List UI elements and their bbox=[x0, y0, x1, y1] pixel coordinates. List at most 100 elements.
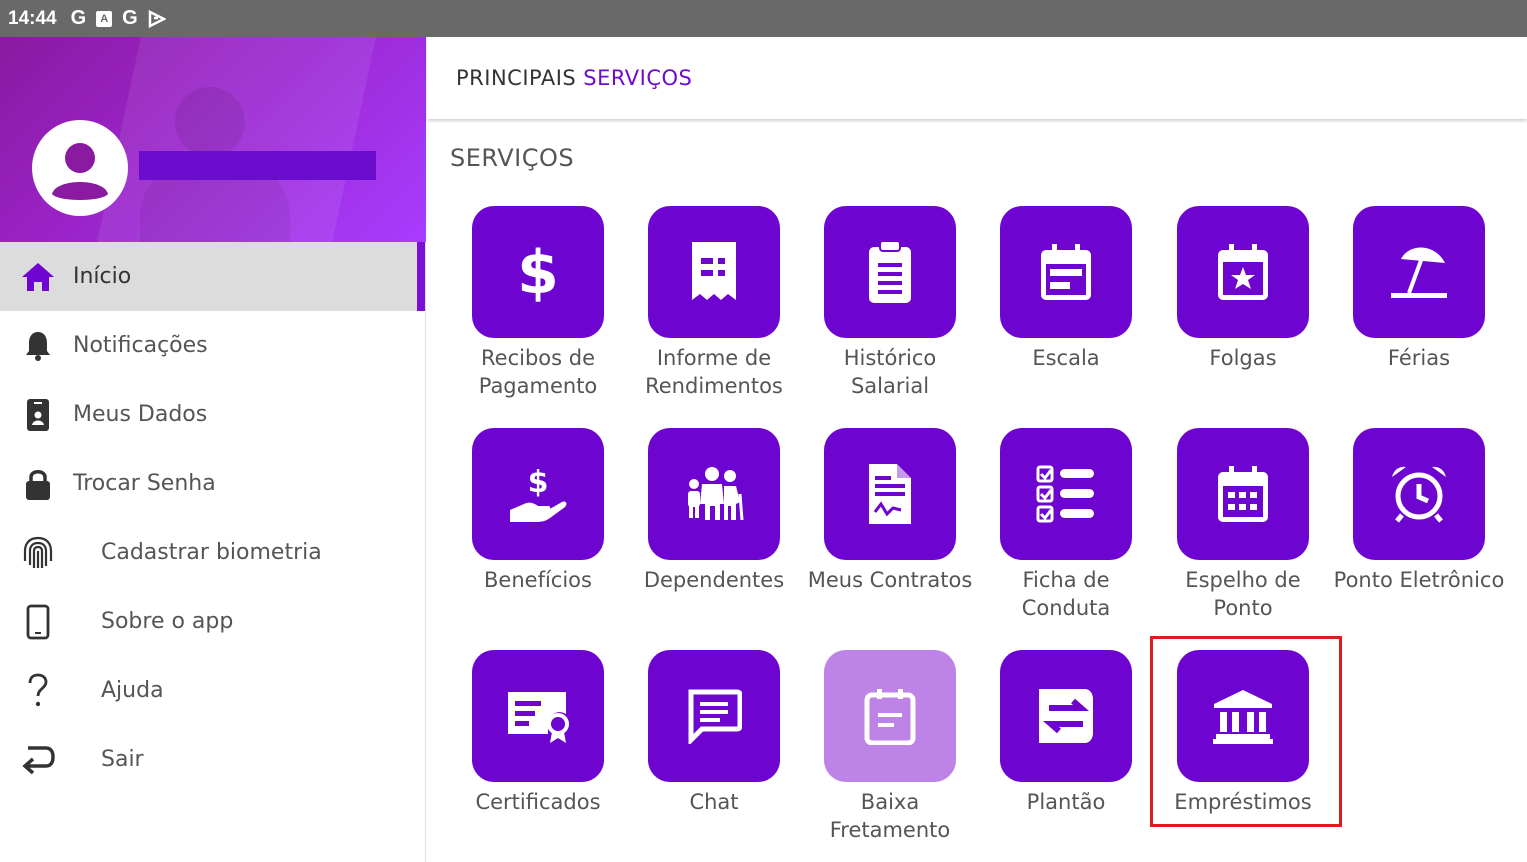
service-label: Baixa Fretamento bbox=[829, 790, 951, 842]
lock-icon bbox=[20, 466, 56, 502]
service-tile-box[interactable]: $ bbox=[472, 206, 604, 338]
selection-highlight-box bbox=[1150, 636, 1342, 827]
service-label: Espelho de Ponto bbox=[1185, 568, 1301, 620]
sidebar-item-ajuda[interactable]: Ajuda bbox=[0, 656, 425, 725]
avatar[interactable] bbox=[32, 120, 128, 216]
sidebar-item-label: Cadastrar biometria bbox=[101, 540, 322, 565]
service-tile-box[interactable] bbox=[1000, 428, 1132, 560]
service-label: Dependentes bbox=[643, 568, 785, 592]
service-tile-plantao[interactable]: Plantão bbox=[978, 650, 1154, 816]
question-icon bbox=[20, 673, 56, 709]
service-tile-box[interactable] bbox=[1177, 206, 1309, 338]
beach-umbrella-icon bbox=[1391, 247, 1447, 298]
play-icon bbox=[148, 9, 166, 28]
chat-icon bbox=[688, 689, 742, 744]
service-label: Plantão bbox=[1026, 790, 1106, 814]
page-title-accent: SERVIÇOS bbox=[583, 66, 693, 90]
service-tile-historico[interactable]: Histórico Salarial bbox=[802, 206, 978, 400]
alarm-clock-icon bbox=[1392, 466, 1446, 523]
calendar-schedule-icon bbox=[1041, 244, 1091, 300]
service-tile-contratos[interactable]: Meus Contratos bbox=[802, 428, 978, 594]
service-tile-ficha-conduta[interactable]: Ficha de Conduta bbox=[978, 428, 1154, 622]
service-tile-chat[interactable]: Chat bbox=[626, 650, 802, 816]
service-label: Escala bbox=[1032, 346, 1100, 370]
service-tile-certificados[interactable]: Certificados bbox=[450, 650, 626, 816]
service-tile-box[interactable] bbox=[1177, 428, 1309, 560]
sidebar-item-meus-dados[interactable]: Meus Dados bbox=[0, 380, 425, 449]
service-label: Meus Contratos bbox=[807, 568, 973, 592]
calendar-doc-icon bbox=[864, 689, 916, 745]
exit-arrow-icon bbox=[20, 742, 56, 778]
home-icon bbox=[20, 259, 56, 295]
id-badge-icon bbox=[20, 397, 56, 433]
service-label: Folgas bbox=[1209, 346, 1277, 370]
bell-icon bbox=[20, 328, 56, 364]
service-tile-recibos[interactable]: $ Recibos de Pagamento bbox=[450, 206, 626, 400]
service-tile-escala[interactable]: Escala bbox=[978, 206, 1154, 372]
service-tile-dependentes[interactable]: Dependentes bbox=[626, 428, 802, 594]
service-tile-folgas[interactable]: Folgas bbox=[1155, 206, 1331, 372]
certificate-icon bbox=[508, 692, 569, 743]
service-tile-baixa-fretamento[interactable]: Baixa Fretamento bbox=[802, 650, 978, 844]
a-notification-icon: A bbox=[96, 10, 113, 27]
service-label: Ficha de Conduta bbox=[1021, 568, 1111, 620]
sidebar-item-label: Notificações bbox=[73, 333, 208, 358]
service-tile-box[interactable] bbox=[824, 650, 956, 782]
sidebar-item-trocar-senha[interactable]: Trocar Senha bbox=[0, 449, 425, 518]
contract-icon bbox=[869, 464, 911, 524]
sidebar: Início Notificações Meus Dados Trocar Se… bbox=[0, 37, 426, 862]
sidebar-item-sobre-o-app[interactable]: Sobre o app bbox=[0, 587, 425, 656]
fingerprint-icon bbox=[20, 535, 56, 571]
service-tile-box[interactable]: $ bbox=[472, 428, 604, 560]
service-label: Férias bbox=[1387, 346, 1451, 370]
checklist-icon bbox=[1036, 465, 1094, 523]
profile-name-redacted bbox=[139, 151, 376, 180]
service-tile-box[interactable] bbox=[1000, 650, 1132, 782]
google-icon: G bbox=[70, 7, 87, 29]
service-tile-box[interactable] bbox=[1353, 428, 1485, 560]
sidebar-item-label: Início bbox=[73, 264, 132, 289]
service-tile-box[interactable] bbox=[824, 206, 956, 338]
service-label: Ponto Eletrônico bbox=[1333, 568, 1505, 592]
status-time: 14:44 bbox=[8, 7, 57, 29]
sidebar-item-notificacoes[interactable]: Notificações bbox=[0, 311, 425, 380]
service-tile-informe[interactable]: Informe de Rendimentos bbox=[626, 206, 802, 400]
service-label: Informe de Rendimentos bbox=[645, 346, 783, 398]
service-tile-ponto-eletronico[interactable]: Ponto Eletrônico bbox=[1331, 428, 1507, 594]
service-tile-box[interactable] bbox=[824, 428, 956, 560]
sidebar-item-cadastrar-biometria[interactable]: Cadastrar biometria bbox=[0, 518, 425, 587]
service-label: Chat bbox=[689, 790, 739, 814]
receipt-icon bbox=[692, 242, 736, 300]
service-label: Recibos de Pagamento bbox=[478, 346, 598, 398]
service-tile-box[interactable] bbox=[472, 650, 604, 782]
service-label: Certificados bbox=[475, 790, 601, 814]
google-icon: G bbox=[122, 7, 138, 29]
user-icon bbox=[52, 143, 108, 200]
hand-dollar-icon: $ bbox=[510, 465, 567, 522]
page-header: PRINCIPAIS SERVIÇOS bbox=[427, 37, 1527, 119]
clipboard-icon bbox=[869, 240, 911, 303]
service-tile-box[interactable] bbox=[648, 206, 780, 338]
sidebar-item-label: Sobre o app bbox=[101, 609, 234, 634]
status-bar: 14:44 G A G bbox=[0, 0, 1527, 37]
service-tile-ferias[interactable]: Férias bbox=[1331, 206, 1507, 372]
service-tile-box[interactable] bbox=[1353, 206, 1485, 338]
sidebar-item-label: Sair bbox=[101, 747, 144, 772]
section-title: SERVIÇOS bbox=[450, 144, 575, 172]
service-tile-espelho-ponto[interactable]: Espelho de Ponto bbox=[1155, 428, 1331, 622]
sidebar-item-sair[interactable]: Sair bbox=[0, 725, 425, 794]
sidebar-item-inicio[interactable]: Início bbox=[0, 242, 425, 311]
service-tile-box[interactable] bbox=[648, 428, 780, 560]
service-label: Histórico Salarial bbox=[843, 346, 937, 398]
calendar-star-icon bbox=[1218, 244, 1268, 300]
family-icon bbox=[688, 467, 744, 521]
sidebar-item-label: Ajuda bbox=[101, 678, 164, 703]
svg-text:$: $ bbox=[517, 238, 559, 307]
service-tile-beneficios[interactable]: $ Benefícios bbox=[450, 428, 626, 594]
calendar-grid-icon bbox=[1218, 466, 1268, 522]
service-label: Benefícios bbox=[484, 568, 592, 592]
swap-arrows-icon bbox=[1039, 689, 1093, 743]
phone-icon bbox=[20, 604, 56, 640]
service-tile-box[interactable] bbox=[1000, 206, 1132, 338]
service-tile-box[interactable] bbox=[648, 650, 780, 782]
